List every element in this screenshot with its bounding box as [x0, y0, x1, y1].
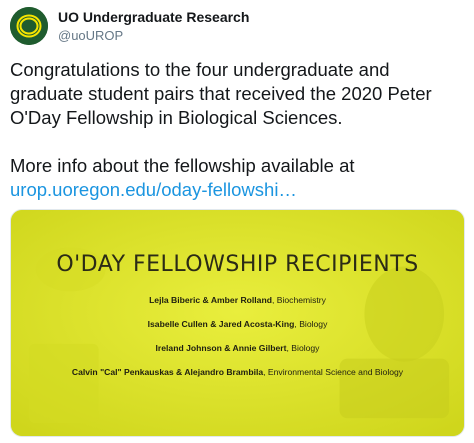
recipient-pair: Ireland Johnson & Annie Gilbert [155, 343, 287, 353]
recipient-field: Biology [299, 319, 328, 329]
recipient-field: Biology [291, 343, 320, 353]
tweet-text: Congratulations to the four undergraduat… [10, 58, 465, 202]
tweet: UO Undergraduate Research @uoUROP Congra… [0, 0, 474, 443]
card-title: O'DAY FELLOWSHIP RECIPIENTS [56, 252, 419, 277]
tweet-paragraph-1: Congratulations to the four undergraduat… [10, 59, 432, 128]
recipient-row: Isabelle Cullen & Jared Acosta-King, Bio… [11, 318, 464, 330]
tweet-paragraph-2: More info about the fellowship available… [10, 155, 355, 176]
tweet-header: UO Undergraduate Research @uoUROP [10, 4, 249, 48]
recipient-pair: Calvin "Cal" Penkauskas & Alejandro Bram… [71, 367, 264, 377]
oregon-o-logo-icon [10, 7, 48, 45]
recipient-pair: Lejla Biberic & Amber Rolland [149, 295, 272, 305]
account-handle[interactable]: @uoUROP [58, 28, 249, 44]
fellowship-link[interactable]: urop.uoregon.edu/oday-fellowshi… [10, 179, 297, 200]
recipient-pair: Isabelle Cullen & Jared Acosta-King [147, 319, 295, 329]
account-names: UO Undergraduate Research @uoUROP [58, 9, 249, 43]
recipient-row: Calvin "Cal" Penkauskas & Alejandro Bram… [11, 366, 464, 378]
display-name[interactable]: UO Undergraduate Research [58, 9, 249, 26]
media-card[interactable]: O'DAY FELLOWSHIP RECIPIENTS Lejla Biberi… [10, 209, 465, 437]
recipient-field: Biochemistry [276, 295, 326, 305]
recipients-list: Lejla Biberic & Amber Rolland, Biochemis… [11, 294, 464, 390]
recipient-row: Lejla Biberic & Amber Rolland, Biochemis… [11, 294, 464, 306]
avatar[interactable] [10, 7, 48, 45]
recipient-row: Ireland Johnson & Annie Gilbert, Biology [11, 342, 464, 354]
recipient-field: Environmental Science and Biology [267, 367, 404, 377]
